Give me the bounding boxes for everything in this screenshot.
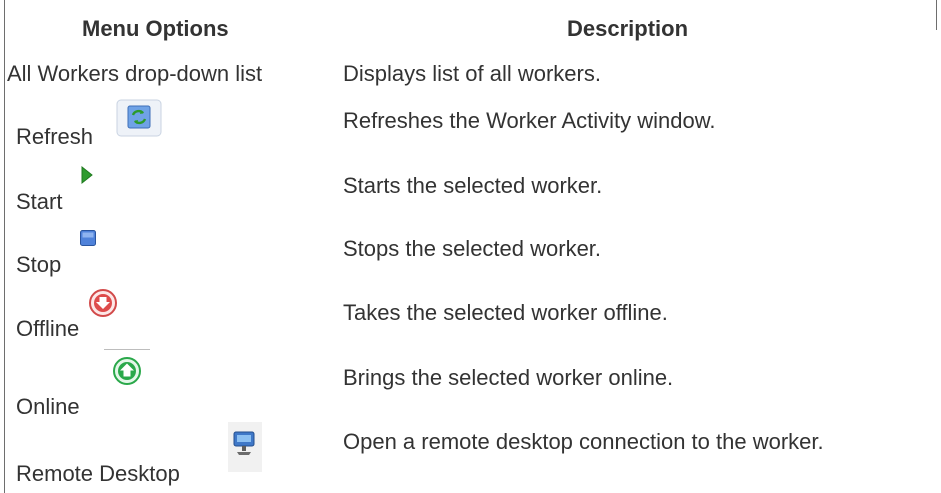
header-menu-options: Menu Options [82,16,229,41]
description-refresh: Refreshes the Worker Activity window. [343,108,716,133]
table-right-border [936,0,937,30]
description-offline: Takes the selected worker offline. [343,300,668,325]
option-all-workers: All Workers drop-down list [7,61,263,86]
menu-options-table: Menu Options Description All Workers dro… [0,0,941,493]
refresh-icon [116,99,162,137]
option-start: Start [16,189,63,214]
offline-icon [89,289,117,317]
description-online: Brings the selected worker online. [343,365,674,390]
option-online: Online [16,394,80,419]
option-remote-desktop: Remote Desktop [16,461,180,486]
header-description: Description [567,16,689,41]
option-stop: Stop [16,252,62,277]
start-icon [81,165,93,185]
description-start: Starts the selected worker. [343,173,603,198]
online-icon [104,349,150,385]
description-remote-desktop: Open a remote desktop connection to the … [343,429,824,454]
table-left-border [4,0,5,493]
remote-desktop-icon [228,422,262,472]
description-stop: Stops the selected worker. [343,236,602,261]
description-all-workers: Displays list of all workers. [343,61,601,86]
stop-icon [80,230,96,246]
option-refresh: Refresh [16,124,94,149]
option-offline: Offline [16,316,80,341]
